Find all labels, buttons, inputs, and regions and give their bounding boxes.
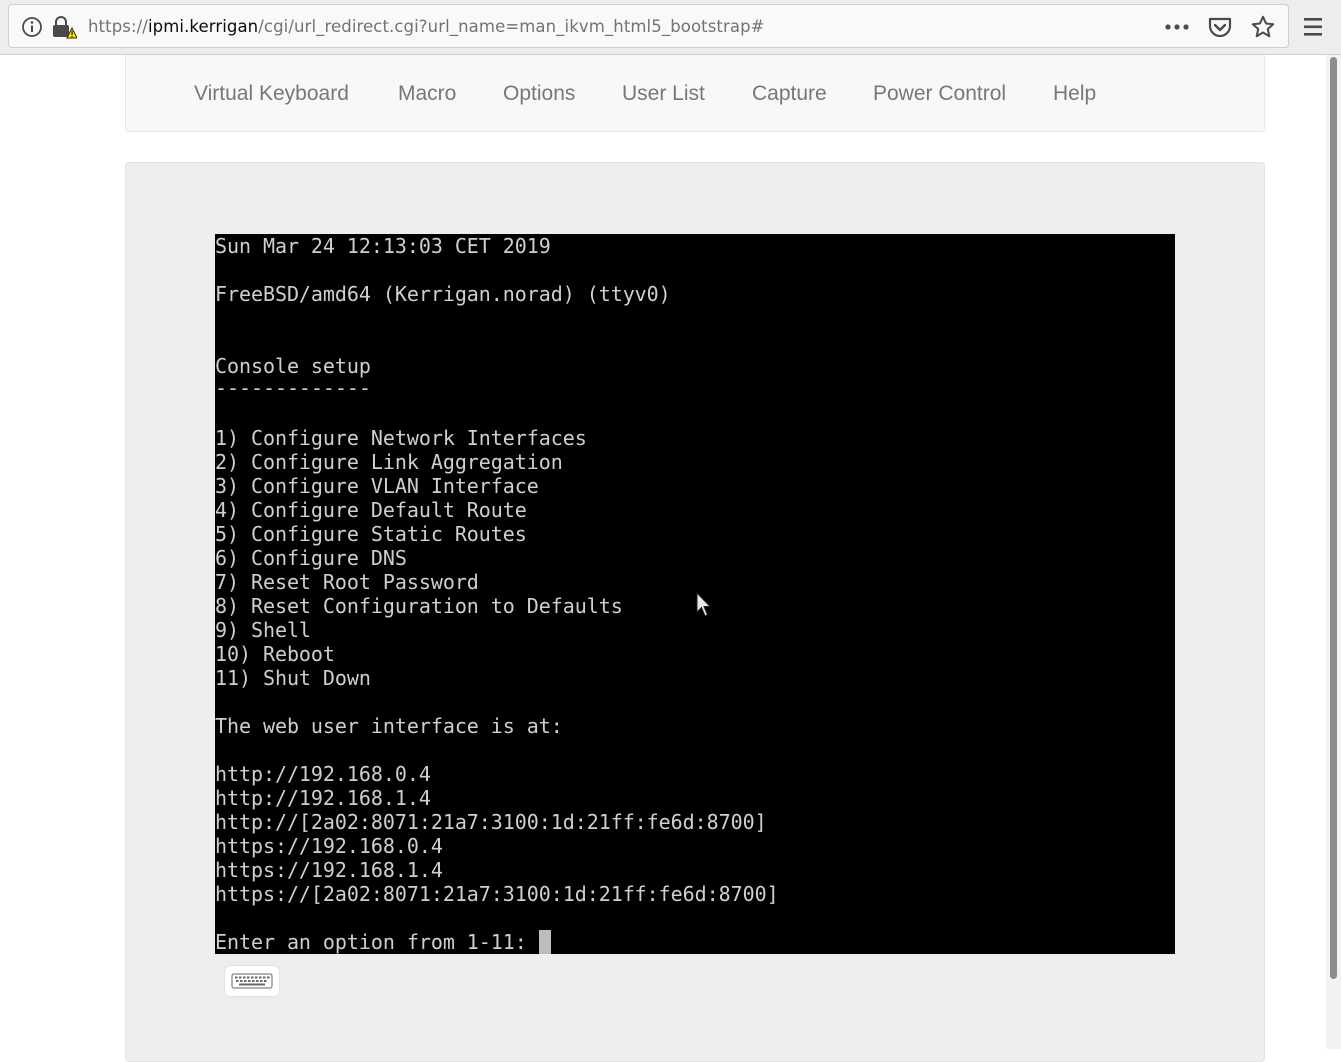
scrollbar-thumb[interactable] xyxy=(1330,57,1337,979)
console-line: 8) Reset Configuration to Defaults xyxy=(215,594,623,618)
url-text[interactable]: https://ipmi.kerrigan/cgi/url_redirect.c… xyxy=(88,5,765,49)
console-line: 3) Configure VLAN Interface xyxy=(215,474,539,498)
keyboard-icon xyxy=(231,973,273,989)
nav-help[interactable]: Help xyxy=(1053,55,1096,131)
text-cursor xyxy=(539,930,551,954)
browser-toolbar: https://ipmi.kerrigan/cgi/url_redirect.c… xyxy=(0,0,1341,55)
console-line: 7) Reset Root Password xyxy=(215,570,479,594)
page-scrollbar[interactable] xyxy=(1326,55,1341,1049)
console-line: https://192.168.0.4 xyxy=(215,834,443,858)
console-line: http://192.168.0.4 xyxy=(215,762,431,786)
hamburger-menu-icon[interactable] xyxy=(1298,14,1328,40)
console-line: http://[2a02:8071:21a7:3100:1d:21ff:fe6d… xyxy=(215,810,767,834)
console-line: 5) Configure Static Routes xyxy=(215,522,527,546)
console-line: 11) Shut Down xyxy=(215,666,371,690)
console-line: The web user interface is at: xyxy=(215,714,563,738)
console-line: 6) Configure DNS xyxy=(215,546,407,570)
nav-power-control[interactable]: Power Control xyxy=(873,55,1006,131)
url-path: /cgi/url_redirect.cgi?url_name=man_ikvm_… xyxy=(258,17,765,36)
insecure-lock-warning-icon[interactable] xyxy=(51,15,77,39)
console-line: https://192.168.1.4 xyxy=(215,858,443,882)
console-line: 9) Shell xyxy=(215,618,311,642)
console-line: 10) Reboot xyxy=(215,642,335,666)
virtual-keyboard-button[interactable] xyxy=(225,966,279,996)
console-line: https://[2a02:8071:21a7:3100:1d:21ff:fe6… xyxy=(215,882,779,906)
console-prompt: Enter an option from 1-11: xyxy=(215,930,539,954)
address-bar[interactable]: https://ipmi.kerrigan/cgi/url_redirect.c… xyxy=(8,4,1289,48)
info-icon[interactable] xyxy=(21,16,43,38)
mouse-pointer-icon xyxy=(696,592,712,617)
console-line: Console setup xyxy=(215,354,371,378)
console-line: FreeBSD/amd64 (Kerrigan.norad) (ttyv0) xyxy=(215,282,671,306)
console-line: http://192.168.1.4 xyxy=(215,786,431,810)
url-host: ipmi.kerrigan xyxy=(147,17,259,36)
nav-user-list[interactable]: User List xyxy=(622,55,705,131)
console-line: 2) Configure Link Aggregation xyxy=(215,450,563,474)
console-line: 4) Configure Default Route xyxy=(215,498,527,522)
pocket-icon[interactable] xyxy=(1207,15,1233,39)
console-line: Sun Mar 24 12:13:03 CET 2019 xyxy=(215,234,551,258)
url-prefix: https:// xyxy=(88,17,148,36)
remote-console-screen[interactable]: Sun Mar 24 12:13:03 CET 2019 FreeBSD/amd… xyxy=(215,234,1175,954)
more-actions-icon[interactable] xyxy=(1162,15,1192,39)
nav-macro[interactable]: Macro xyxy=(398,55,456,131)
nav-options[interactable]: Options xyxy=(503,55,575,131)
nav-virtual-keyboard[interactable]: Virtual Keyboard xyxy=(194,55,349,131)
console-line: ------------- xyxy=(215,376,371,400)
console-line: 1) Configure Network Interfaces xyxy=(215,426,587,450)
kvm-navbar: Virtual Keyboard Macro Options User List… xyxy=(125,55,1265,132)
nav-capture[interactable]: Capture xyxy=(752,55,827,131)
bookmark-star-icon[interactable] xyxy=(1249,15,1277,39)
